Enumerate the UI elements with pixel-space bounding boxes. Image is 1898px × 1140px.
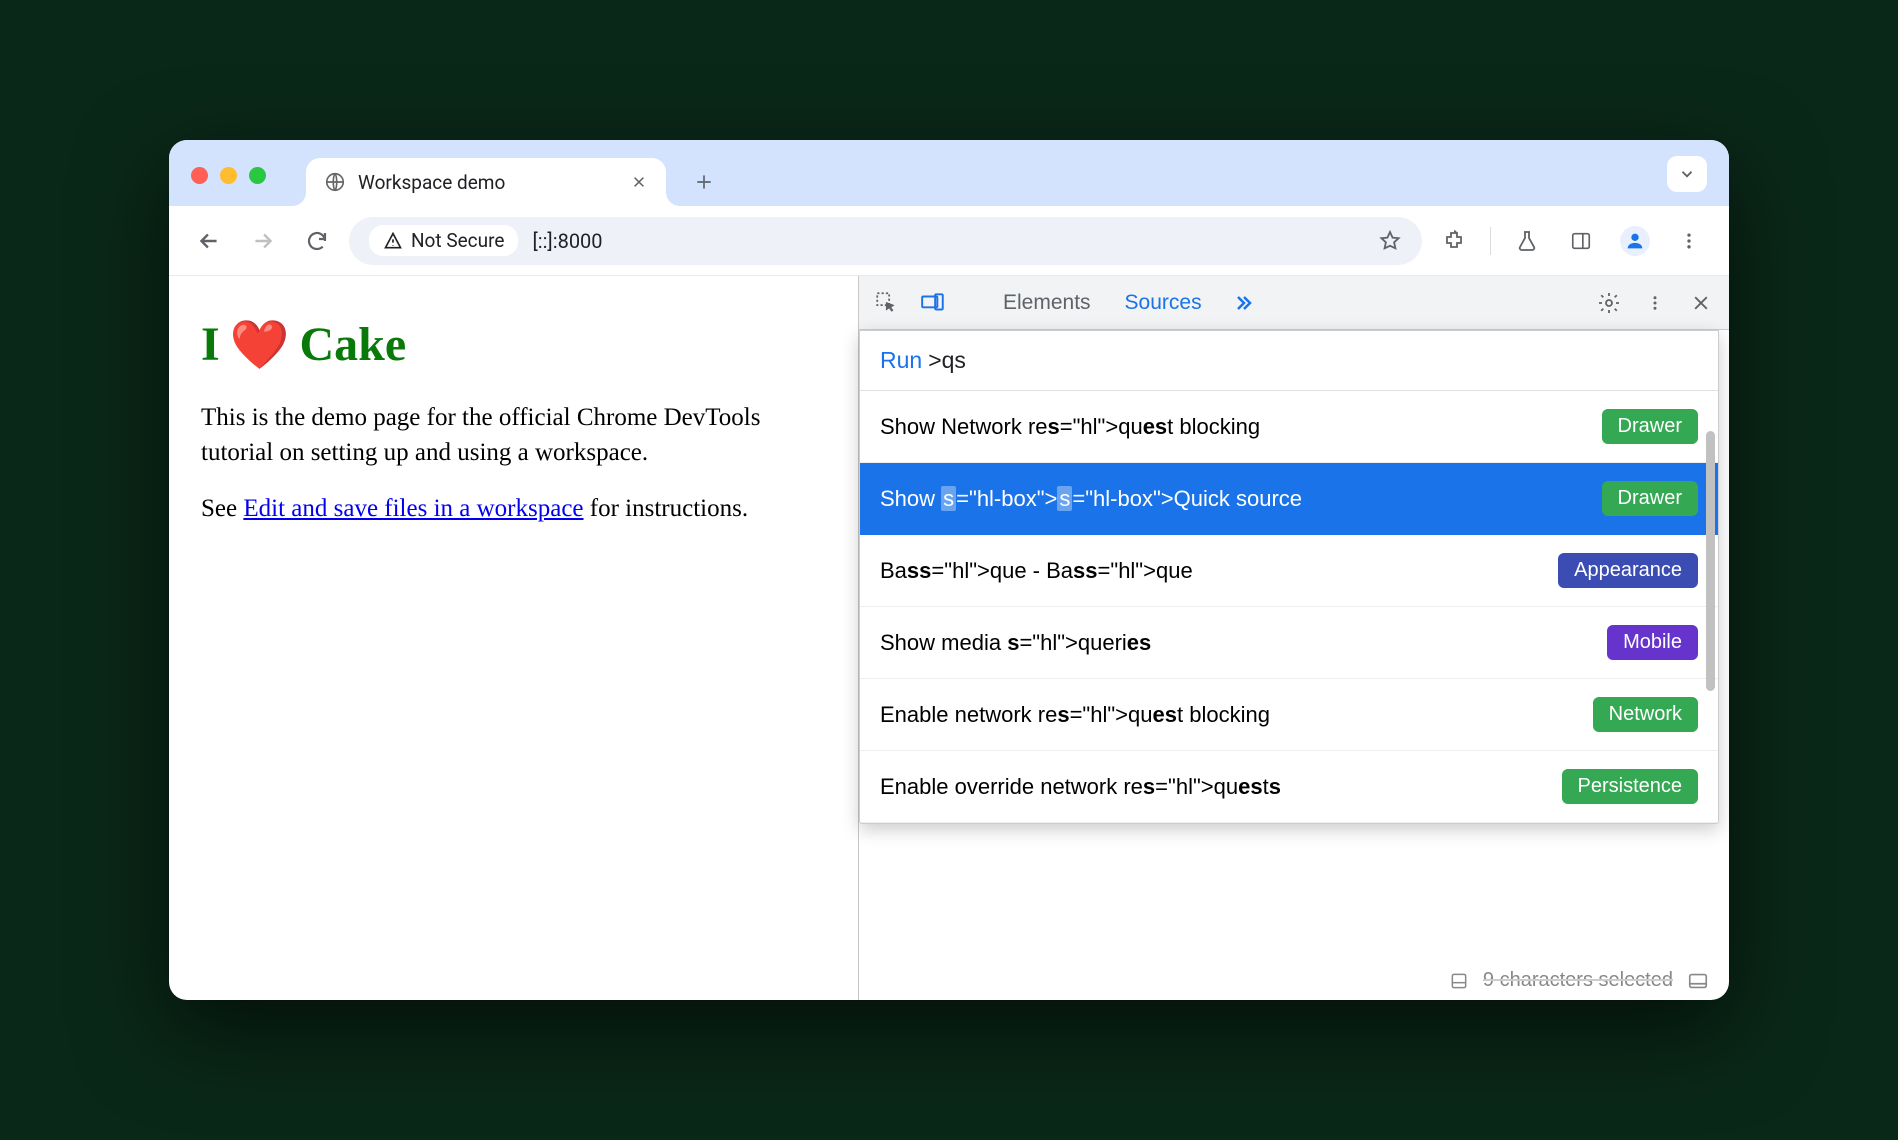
command-item-label: Bass="hl">que - Bass="hl">que (880, 558, 1193, 584)
command-item[interactable]: Show s="hl-box">s="hl-box">Quick source D… (860, 463, 1718, 535)
forward-button[interactable] (241, 219, 285, 263)
command-item-label: Show Network res="hl">quest blocking (880, 414, 1260, 440)
scrollbar-thumb[interactable] (1706, 431, 1715, 691)
command-item[interactable]: Bass="hl">que - Bass="hl">que Appearance (860, 535, 1718, 607)
command-item[interactable]: Enable network res="hl">quest blocking Ne… (860, 679, 1718, 751)
url-text: [::]:8000 (532, 229, 602, 253)
page-paragraph: See Edit and save files in a workspace f… (201, 492, 826, 527)
labs-icon[interactable] (1505, 219, 1549, 263)
command-item-badge: Persistence (1562, 769, 1699, 804)
page-heading: I ❤️ Cake (201, 316, 826, 373)
command-list: Show Network res="hl">quest blocking Draw… (860, 391, 1718, 823)
close-devtools-icon[interactable] (1687, 289, 1715, 317)
command-item-label: Show s="hl-box">s="hl-box">Quick source (880, 486, 1302, 512)
command-item-label: Enable network res="hl">quest blocking (880, 702, 1270, 728)
extensions-icon[interactable] (1432, 219, 1476, 263)
devtools-statusbar: 9 characters selected (1449, 969, 1709, 992)
bookmark-star-icon[interactable] (1378, 229, 1402, 253)
command-item[interactable]: Show media s="hl">queries Mobile (860, 607, 1718, 679)
content-area: I ❤️ Cake This is the demo page for the … (169, 276, 1729, 1000)
sidepanel-icon[interactable] (1559, 219, 1603, 263)
devtools-menu-icon[interactable] (1641, 289, 1669, 317)
security-chip[interactable]: Not Secure (369, 225, 518, 256)
status-text: 9 characters selected (1483, 969, 1673, 992)
command-input[interactable]: Run >qs (860, 331, 1718, 391)
security-label: Not Secure (411, 229, 504, 252)
chrome-window: Workspace demo Not Secure [::] (169, 140, 1729, 1000)
device-toolbar-icon[interactable] (919, 289, 947, 317)
close-window-button[interactable] (191, 167, 208, 184)
command-item-badge: Network (1593, 697, 1698, 732)
heading-pre: I (201, 317, 220, 372)
command-item[interactable]: Show Network res="hl">quest blocking Draw… (860, 391, 1718, 463)
page-viewport: I ❤️ Cake This is the demo page for the … (169, 276, 859, 1000)
more-tabs-icon[interactable] (1228, 289, 1256, 317)
tab-strip: Workspace demo (169, 140, 1729, 206)
heart-icon: ❤️ (230, 316, 290, 373)
command-item-badge: Drawer (1602, 481, 1698, 516)
reload-button[interactable] (295, 219, 339, 263)
text-pre: See (201, 495, 243, 522)
command-item-label: Enable override network res="hl">quests (880, 774, 1281, 800)
text-post: for instructions. (584, 495, 749, 522)
back-button[interactable] (187, 219, 231, 263)
tab-title: Workspace demo (358, 171, 618, 194)
command-item-badge: Mobile (1607, 625, 1698, 660)
avatar-icon (1620, 226, 1650, 256)
browser-toolbar: Not Secure [::]:8000 (169, 206, 1729, 276)
address-bar[interactable]: Not Secure [::]:8000 (349, 217, 1422, 265)
inspect-element-icon[interactable] (873, 289, 901, 317)
command-item-badge: Appearance (1558, 553, 1698, 588)
new-tab-button[interactable] (684, 162, 724, 202)
devtools-panel: Elements Sources Run (859, 276, 1729, 1000)
browser-tab[interactable]: Workspace demo (306, 158, 666, 206)
settings-gear-icon[interactable] (1595, 289, 1623, 317)
heading-post: Cake (299, 317, 406, 372)
command-prefix: Run (880, 347, 922, 374)
tab-close-icon[interactable] (630, 173, 648, 191)
command-menu: Run >qs Show Network res="hl">quest bloc… (859, 330, 1719, 824)
minimize-window-button[interactable] (220, 167, 237, 184)
separator (1490, 227, 1491, 255)
tab-sources[interactable]: Sources (1117, 291, 1210, 315)
command-item-badge: Drawer (1602, 409, 1698, 444)
tab-search-button[interactable] (1667, 156, 1707, 192)
window-controls (191, 167, 266, 184)
tutorial-link[interactable]: Edit and save files in a workspace (243, 495, 583, 522)
maximize-window-button[interactable] (249, 167, 266, 184)
command-item[interactable]: Enable override network res="hl">quests P… (860, 751, 1718, 823)
profile-button[interactable] (1613, 219, 1657, 263)
devtools-tabbar: Elements Sources (859, 276, 1729, 330)
chrome-menu-icon[interactable] (1667, 219, 1711, 263)
tab-elements[interactable]: Elements (995, 291, 1099, 315)
command-query: >qs (928, 347, 966, 374)
command-item-label: Show media s="hl">queries (880, 630, 1151, 656)
globe-icon (324, 171, 346, 193)
page-paragraph: This is the demo page for the official C… (201, 401, 826, 470)
